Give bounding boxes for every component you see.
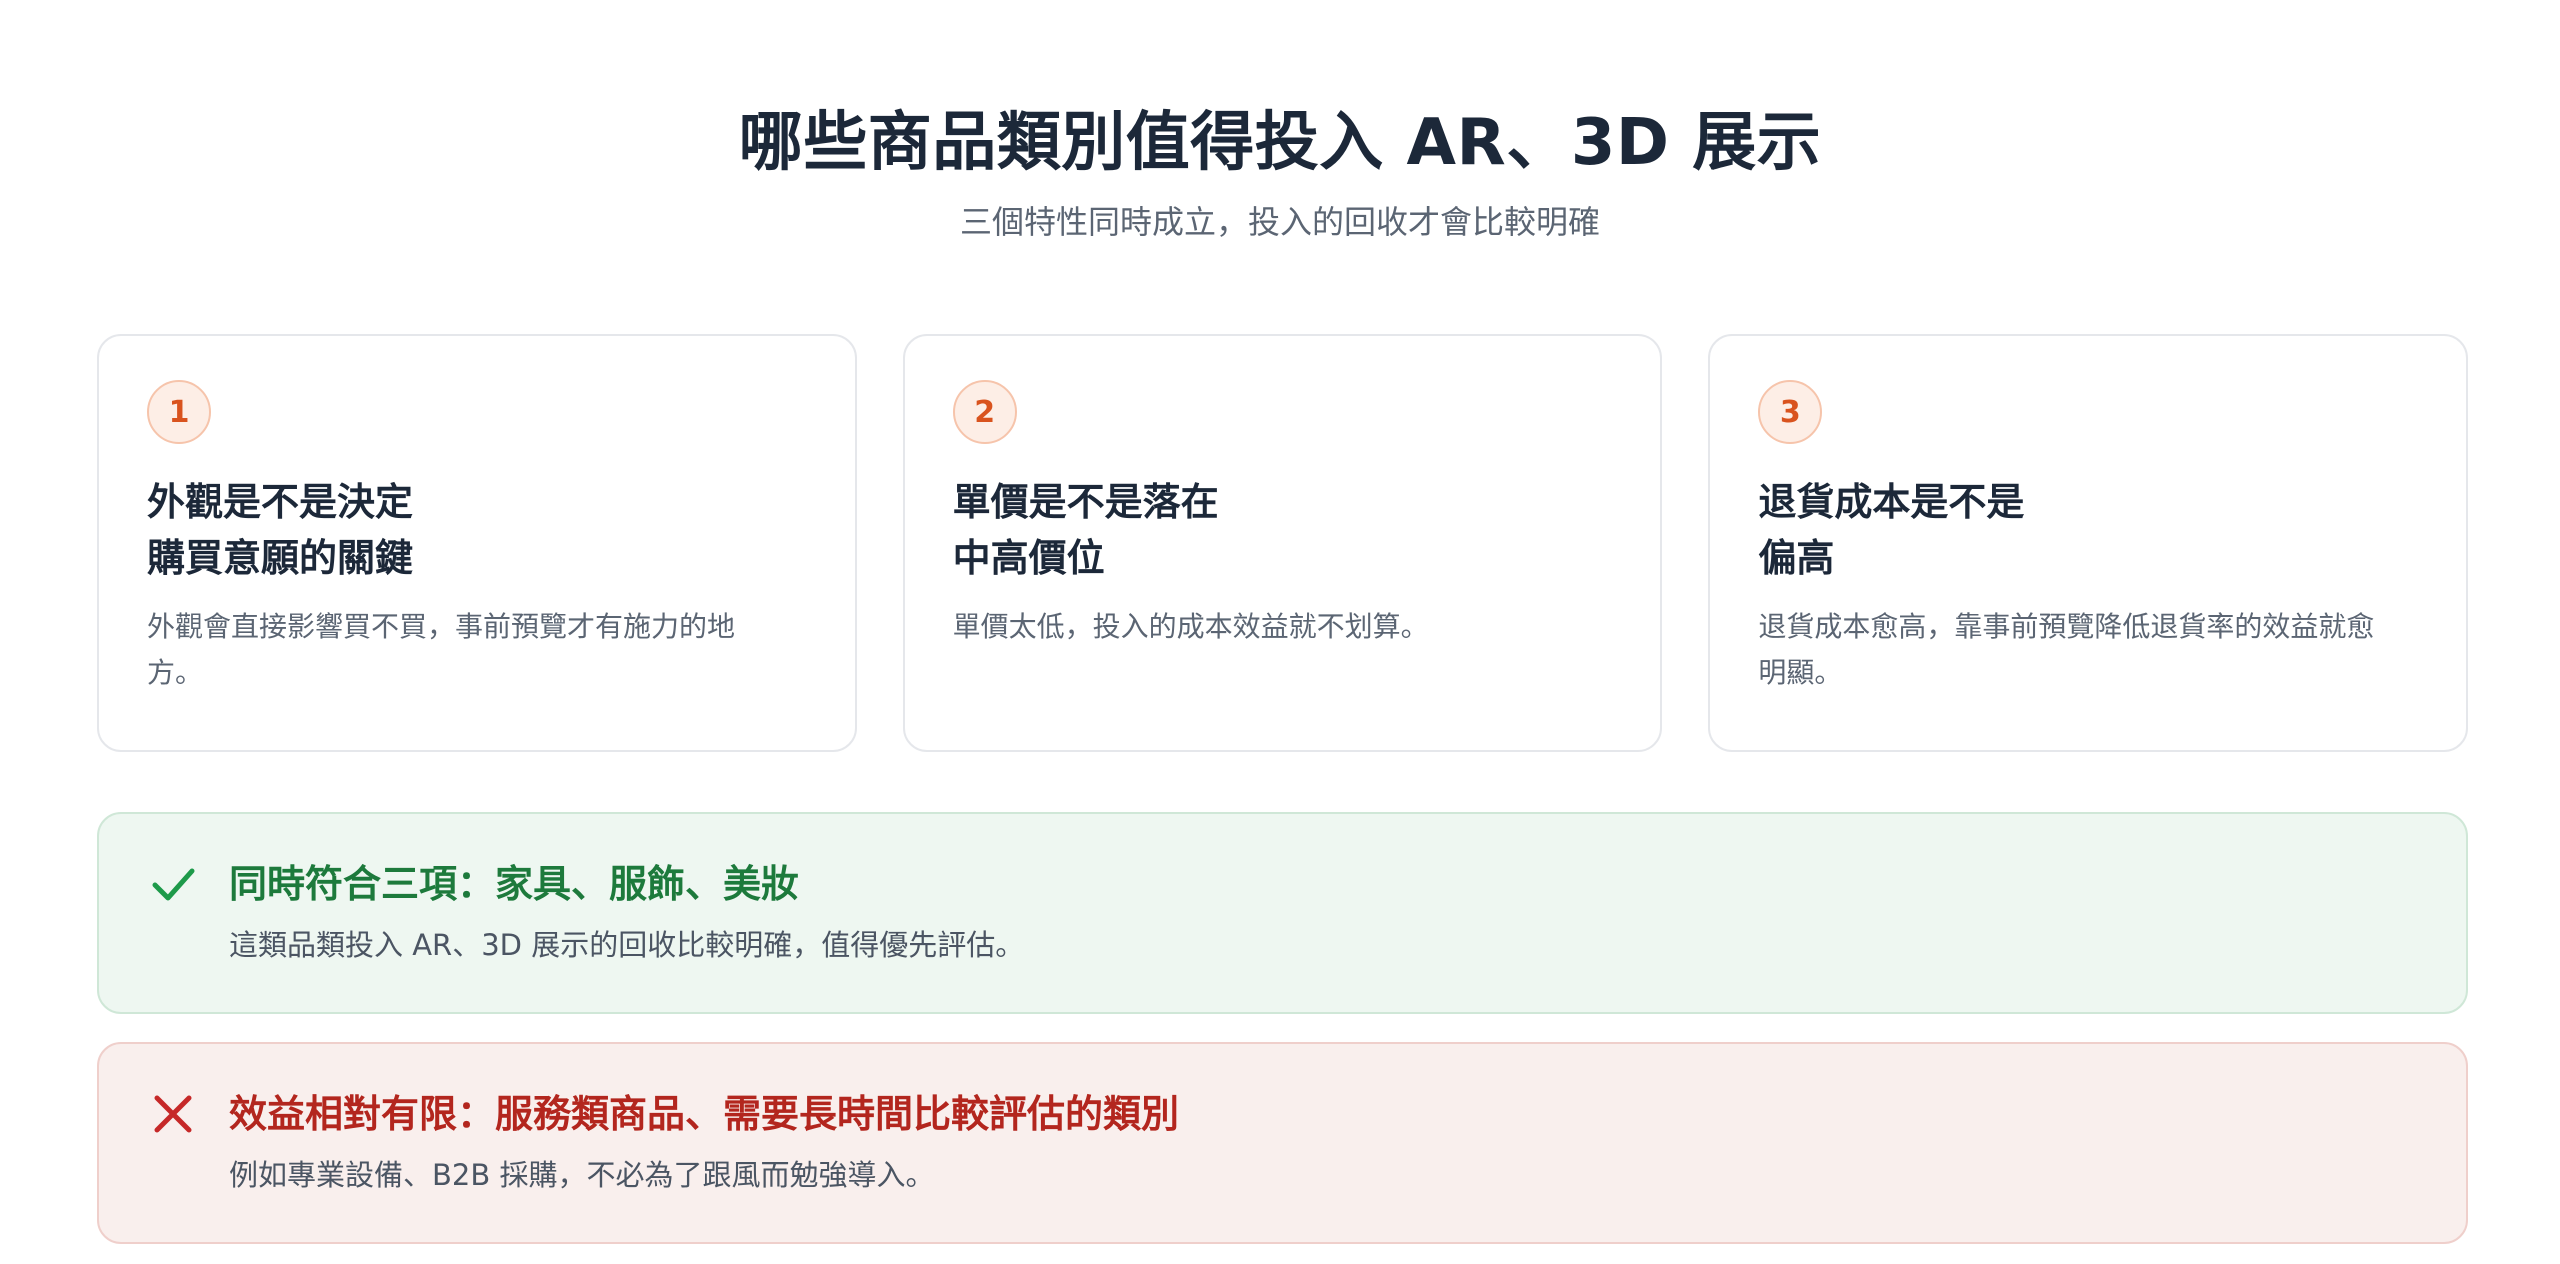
number-badge: 2	[952, 380, 1017, 444]
callout-description: 這類品類投入 AR、3D 展示的回收比較明確，值得優先評估。	[229, 928, 1025, 962]
x-icon	[154, 1095, 192, 1133]
callout-title: 效益相對有限：服務類商品、需要長時間比較評估的類別	[229, 1092, 1180, 1136]
card-description: 單價太低，投入的成本效益就不划算。	[952, 610, 1429, 643]
card-title: 外觀是不是決定 購買意願的關鍵	[147, 480, 414, 580]
recommended-callout: 同時符合三項：家具、服飾、美妝 這類品類投入 AR、3D 展示的回收比較明確，值…	[97, 812, 2468, 1014]
page: 哪些商品類別值得投入 AR、3D 展示 三個特性同時成立，投入的回收才會比較明確…	[0, 0, 2560, 1264]
callout-body: 同時符合三項：家具、服飾、美妝 這類品類投入 AR、3D 展示的回收比較明確，值…	[229, 858, 1024, 972]
card-description: 退貨成本愈高，靠事前預覽降低退貨率的效益就愈明顯。	[1758, 610, 2375, 689]
header: 哪些商品類別值得投入 AR、3D 展示 三個特性同時成立，投入的回收才會比較明確	[0, 98, 2560, 244]
number-badge: 1	[147, 380, 211, 444]
number-badge: 3	[1758, 380, 1823, 444]
callout-body: 效益相對有限：服務類商品、需要長時間比較評估的類別 例如專業設備、B2B 採購，…	[229, 1088, 1179, 1202]
criteria-card-2: 2 單價是不是落在 中高價位 單價太低，投入的成本效益就不划算。	[902, 334, 1663, 752]
card-title: 單價是不是落在 中高價位	[952, 480, 1219, 580]
limited-callout: 效益相對有限：服務類商品、需要長時間比較評估的類別 例如專業設備、B2B 採購，…	[97, 1042, 2468, 1244]
check-icon	[152, 868, 195, 901]
criteria-card-1: 1 外觀是不是決定 購買意願的關鍵 外觀會直接影響買不買，事前預覽才有施力的地方…	[97, 334, 857, 752]
callout-description: 例如專業設備、B2B 採購，不必為了跟風而勉強導入。	[229, 1158, 935, 1192]
card-description: 外觀會直接影響買不買，事前預覽才有施力的地方。	[147, 610, 736, 689]
card-title: 退貨成本是不是 偏高	[1758, 480, 2025, 580]
callout-title: 同時符合三項：家具、服飾、美妝	[229, 862, 800, 906]
criteria-card-3: 3 退貨成本是不是 偏高 退貨成本愈高，靠事前預覽降低退貨率的效益就愈明顯。	[1708, 334, 2469, 752]
page-title: 哪些商品類別值得投入 AR、3D 展示	[738, 106, 1822, 180]
criteria-cards: 1 外觀是不是決定 購買意願的關鍵 外觀會直接影響買不買，事前預覽才有施力的地方…	[97, 334, 2469, 752]
page-subtitle: 三個特性同時成立，投入的回收才會比較明確	[959, 203, 1600, 241]
